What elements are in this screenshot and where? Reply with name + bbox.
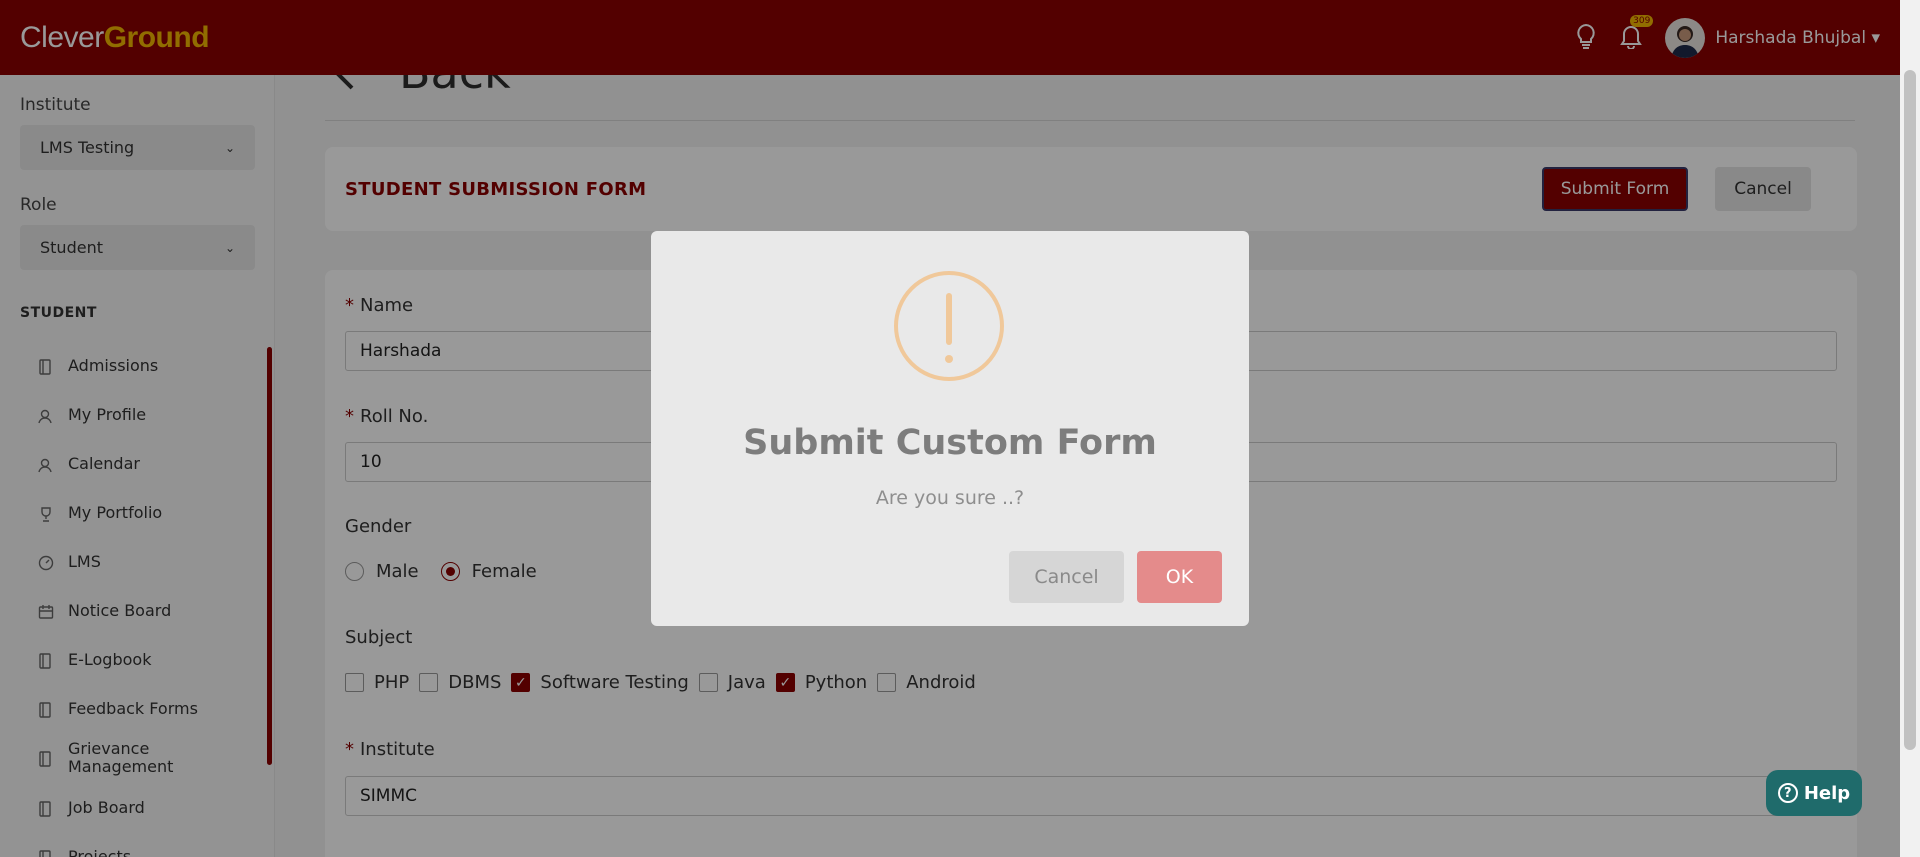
dialog-ok-button[interactable]: OK	[1137, 551, 1222, 603]
dialog-text: Are you sure ..?	[875, 487, 1025, 509]
page-scrollbar[interactable]	[1900, 0, 1920, 857]
help-label: Help	[1803, 782, 1851, 804]
confirm-dialog: Submit Custom Form Are you sure ..? Canc…	[651, 231, 1249, 626]
warning-icon	[894, 271, 1004, 381]
page-scrollbar-thumb[interactable]	[1904, 70, 1916, 750]
dialog-title: Submit Custom Form	[743, 423, 1157, 463]
help-button[interactable]: ? Help	[1766, 770, 1862, 816]
dialog-cancel-button[interactable]: Cancel	[1009, 551, 1124, 603]
question-icon: ?	[1777, 783, 1798, 803]
